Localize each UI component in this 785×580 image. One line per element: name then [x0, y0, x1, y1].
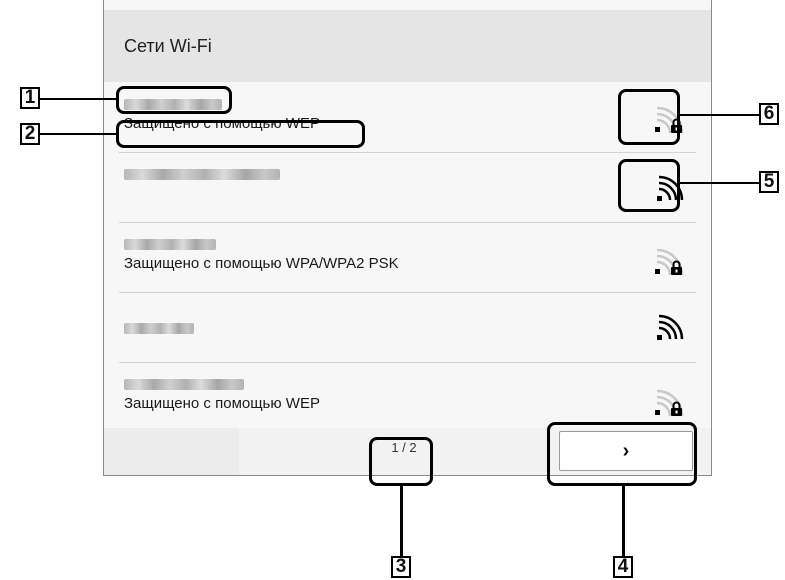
wifi-signal-icon [657, 314, 684, 340]
network-ssid-blurred [124, 239, 216, 250]
network-row[interactable] [104, 292, 711, 362]
network-ssid-blurred [124, 169, 280, 180]
callout-number-6: 6 [759, 103, 779, 125]
header-bar: Сети Wi-Fi [104, 10, 711, 82]
callout-frame-signal [618, 159, 680, 212]
callout-line-2 [40, 133, 116, 135]
callout-frame-security [116, 120, 365, 148]
callout-line-6 [680, 114, 759, 116]
network-security-label: Защищено с помощью WEP [124, 395, 320, 412]
wifi-signal-locked-icon [655, 389, 684, 416]
callout-line-1 [40, 98, 116, 100]
network-ssid-blurred [124, 323, 194, 334]
page-title: Сети Wi-Fi [124, 36, 212, 56]
callout-number-2: 2 [20, 123, 40, 145]
callout-number-1: 1 [20, 87, 40, 109]
callout-line-4 [622, 486, 625, 556]
network-ssid-blurred [124, 379, 244, 390]
callout-frame-ssid [116, 86, 232, 114]
callout-number-3: 3 [391, 556, 411, 578]
bottom-left-area [104, 428, 239, 475]
callout-frame-next-button [547, 422, 697, 486]
callout-number-4: 4 [613, 556, 633, 578]
callout-line-5 [680, 182, 759, 184]
callout-frame-page-indicator [369, 437, 433, 486]
wifi-networks-screen: Сети Wi-Fi Защищено с помощью WEP Защище… [103, 0, 712, 476]
network-security-label: Защищено с помощью WPA/WPA2 PSK [124, 255, 399, 272]
network-row[interactable]: Защищено с помощью WPA/WPA2 PSK [104, 222, 711, 292]
callout-frame-locked-signal [618, 89, 680, 145]
wifi-signal-locked-icon [655, 248, 684, 275]
callout-number-5: 5 [759, 171, 779, 193]
callout-line-3 [400, 486, 403, 556]
